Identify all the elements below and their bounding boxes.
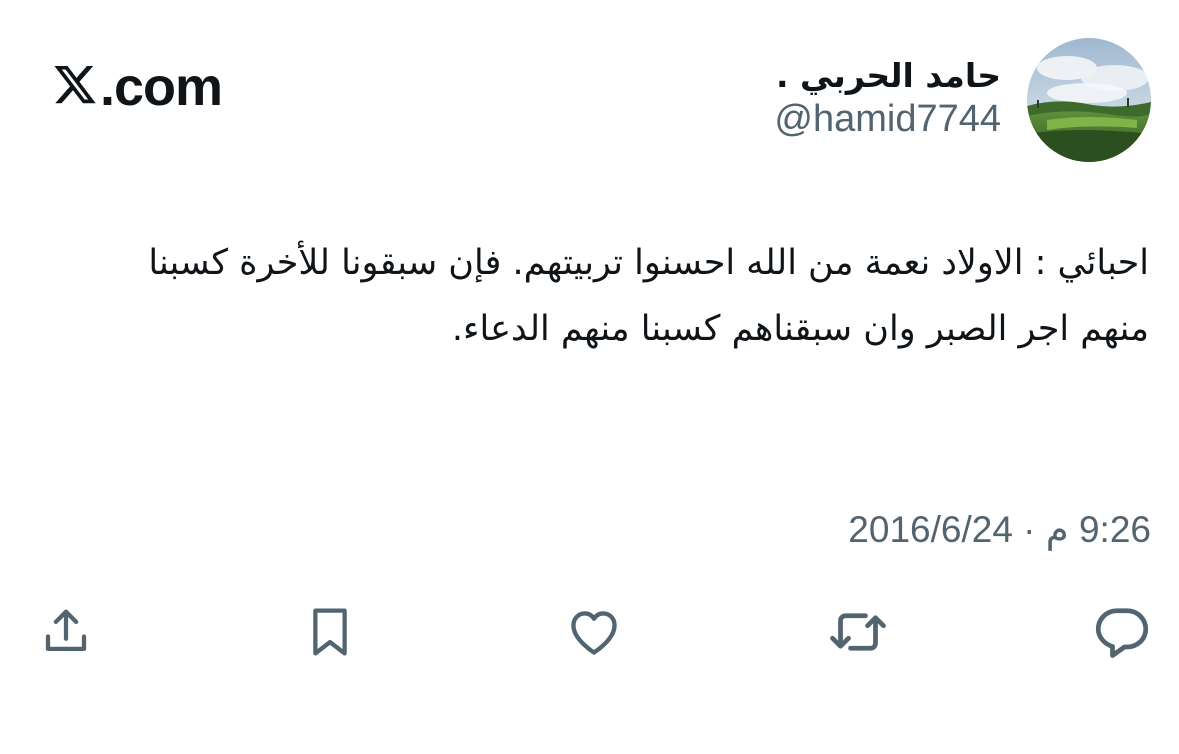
bookmark-icon: [303, 605, 357, 659]
avatar[interactable]: [1027, 38, 1151, 162]
share-icon: [39, 605, 93, 659]
heart-icon: [565, 603, 623, 661]
retweet-icon: [828, 602, 888, 662]
retweet-button[interactable]: [824, 598, 892, 666]
author-name[interactable]: حامد الحربي .: [776, 57, 1001, 95]
author-handle[interactable]: @hamid7744: [774, 97, 1001, 143]
reply-icon: [1092, 602, 1152, 662]
tweet-author: حامد الحربي . @hamid7744: [774, 38, 1151, 162]
brand-domain: .com: [100, 57, 223, 117]
reply-button[interactable]: [1088, 598, 1156, 666]
like-button[interactable]: [560, 598, 628, 666]
x-logo-icon: [52, 65, 98, 109]
tweet-timestamp[interactable]: 9:26 م · 2016/6/24: [848, 508, 1151, 551]
share-button[interactable]: [32, 598, 100, 666]
bookmark-button[interactable]: [296, 598, 364, 666]
author-names: حامد الحربي . @hamid7744: [774, 57, 1001, 143]
brand-logo[interactable]: .com: [52, 52, 223, 122]
tweet-text: احبائي : الاولاد نعمة من الله احسنوا ترب…: [148, 243, 1149, 349]
tweet-actions: [0, 598, 1179, 666]
